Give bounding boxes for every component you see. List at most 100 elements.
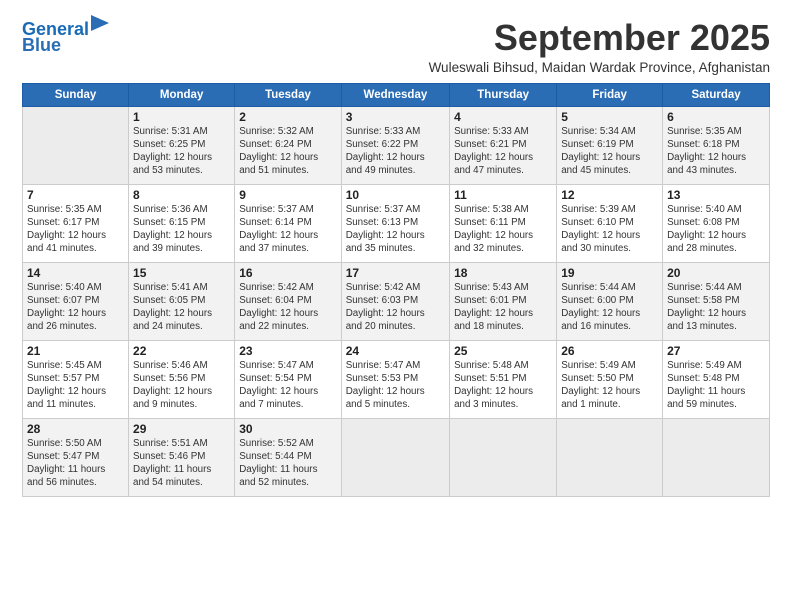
table-row: 21Sunrise: 5:45 AMSunset: 5:57 PMDayligh… <box>23 340 129 418</box>
day-number: 1 <box>133 110 230 124</box>
col-sunday: Sunday <box>23 83 129 106</box>
day-number: 11 <box>454 188 552 202</box>
col-monday: Monday <box>129 83 235 106</box>
day-info: Sunrise: 5:41 AMSunset: 6:05 PMDaylight:… <box>133 281 230 334</box>
table-row <box>23 106 129 184</box>
col-wednesday: Wednesday <box>341 83 449 106</box>
table-row: 13Sunrise: 5:40 AMSunset: 6:08 PMDayligh… <box>663 184 770 262</box>
day-number: 27 <box>667 344 765 358</box>
day-info: Sunrise: 5:46 AMSunset: 5:56 PMDaylight:… <box>133 359 230 412</box>
day-info: Sunrise: 5:51 AMSunset: 5:46 PMDaylight:… <box>133 437 230 490</box>
day-number: 7 <box>27 188 124 202</box>
table-row: 7Sunrise: 5:35 AMSunset: 6:17 PMDaylight… <box>23 184 129 262</box>
table-row: 30Sunrise: 5:52 AMSunset: 5:44 PMDayligh… <box>235 418 341 496</box>
table-row: 29Sunrise: 5:51 AMSunset: 5:46 PMDayligh… <box>129 418 235 496</box>
table-row: 22Sunrise: 5:46 AMSunset: 5:56 PMDayligh… <box>129 340 235 418</box>
day-info: Sunrise: 5:39 AMSunset: 6:10 PMDaylight:… <box>561 203 658 256</box>
day-info: Sunrise: 5:32 AMSunset: 6:24 PMDaylight:… <box>239 125 336 178</box>
day-number: 3 <box>346 110 445 124</box>
calendar-week-5: 28Sunrise: 5:50 AMSunset: 5:47 PMDayligh… <box>23 418 770 496</box>
col-friday: Friday <box>557 83 663 106</box>
table-row: 12Sunrise: 5:39 AMSunset: 6:10 PMDayligh… <box>557 184 663 262</box>
day-number: 28 <box>27 422 124 436</box>
table-row <box>450 418 557 496</box>
table-row: 11Sunrise: 5:38 AMSunset: 6:11 PMDayligh… <box>450 184 557 262</box>
day-number: 2 <box>239 110 336 124</box>
day-number: 9 <box>239 188 336 202</box>
day-info: Sunrise: 5:43 AMSunset: 6:01 PMDaylight:… <box>454 281 552 334</box>
day-info: Sunrise: 5:37 AMSunset: 6:14 PMDaylight:… <box>239 203 336 256</box>
table-row: 17Sunrise: 5:42 AMSunset: 6:03 PMDayligh… <box>341 262 449 340</box>
table-row: 19Sunrise: 5:44 AMSunset: 6:00 PMDayligh… <box>557 262 663 340</box>
day-info: Sunrise: 5:40 AMSunset: 6:07 PMDaylight:… <box>27 281 124 334</box>
month-title: September 2025 <box>429 18 770 58</box>
day-number: 20 <box>667 266 765 280</box>
day-number: 26 <box>561 344 658 358</box>
table-row: 24Sunrise: 5:47 AMSunset: 5:53 PMDayligh… <box>341 340 449 418</box>
day-number: 17 <box>346 266 445 280</box>
day-number: 25 <box>454 344 552 358</box>
table-row: 8Sunrise: 5:36 AMSunset: 6:15 PMDaylight… <box>129 184 235 262</box>
day-info: Sunrise: 5:49 AMSunset: 5:48 PMDaylight:… <box>667 359 765 412</box>
table-row: 1Sunrise: 5:31 AMSunset: 6:25 PMDaylight… <box>129 106 235 184</box>
calendar-table: Sunday Monday Tuesday Wednesday Thursday… <box>22 83 770 497</box>
logo-icon <box>91 15 109 37</box>
day-info: Sunrise: 5:45 AMSunset: 5:57 PMDaylight:… <box>27 359 124 412</box>
calendar-week-3: 14Sunrise: 5:40 AMSunset: 6:07 PMDayligh… <box>23 262 770 340</box>
day-info: Sunrise: 5:42 AMSunset: 6:03 PMDaylight:… <box>346 281 445 334</box>
calendar-week-4: 21Sunrise: 5:45 AMSunset: 5:57 PMDayligh… <box>23 340 770 418</box>
day-info: Sunrise: 5:42 AMSunset: 6:04 PMDaylight:… <box>239 281 336 334</box>
title-block: September 2025 Wuleswali Bihsud, Maidan … <box>429 18 770 75</box>
day-info: Sunrise: 5:44 AMSunset: 5:58 PMDaylight:… <box>667 281 765 334</box>
day-info: Sunrise: 5:31 AMSunset: 6:25 PMDaylight:… <box>133 125 230 178</box>
day-info: Sunrise: 5:38 AMSunset: 6:11 PMDaylight:… <box>454 203 552 256</box>
col-saturday: Saturday <box>663 83 770 106</box>
logo: General Blue <box>22 20 109 56</box>
day-number: 10 <box>346 188 445 202</box>
day-number: 15 <box>133 266 230 280</box>
day-info: Sunrise: 5:33 AMSunset: 6:22 PMDaylight:… <box>346 125 445 178</box>
day-number: 5 <box>561 110 658 124</box>
day-info: Sunrise: 5:48 AMSunset: 5:51 PMDaylight:… <box>454 359 552 412</box>
calendar-week-1: 1Sunrise: 5:31 AMSunset: 6:25 PMDaylight… <box>23 106 770 184</box>
day-info: Sunrise: 5:49 AMSunset: 5:50 PMDaylight:… <box>561 359 658 412</box>
day-info: Sunrise: 5:34 AMSunset: 6:19 PMDaylight:… <box>561 125 658 178</box>
page: General Blue September 2025 Wuleswali Bi… <box>0 0 792 509</box>
day-info: Sunrise: 5:36 AMSunset: 6:15 PMDaylight:… <box>133 203 230 256</box>
day-info: Sunrise: 5:47 AMSunset: 5:54 PMDaylight:… <box>239 359 336 412</box>
day-number: 16 <box>239 266 336 280</box>
day-number: 8 <box>133 188 230 202</box>
day-number: 30 <box>239 422 336 436</box>
day-number: 21 <box>27 344 124 358</box>
day-number: 24 <box>346 344 445 358</box>
table-row: 10Sunrise: 5:37 AMSunset: 6:13 PMDayligh… <box>341 184 449 262</box>
day-info: Sunrise: 5:50 AMSunset: 5:47 PMDaylight:… <box>27 437 124 490</box>
header: General Blue September 2025 Wuleswali Bi… <box>22 18 770 75</box>
day-info: Sunrise: 5:35 AMSunset: 6:18 PMDaylight:… <box>667 125 765 178</box>
calendar-header-row: Sunday Monday Tuesday Wednesday Thursday… <box>23 83 770 106</box>
table-row: 3Sunrise: 5:33 AMSunset: 6:22 PMDaylight… <box>341 106 449 184</box>
table-row: 23Sunrise: 5:47 AMSunset: 5:54 PMDayligh… <box>235 340 341 418</box>
col-thursday: Thursday <box>450 83 557 106</box>
day-info: Sunrise: 5:40 AMSunset: 6:08 PMDaylight:… <box>667 203 765 256</box>
day-info: Sunrise: 5:44 AMSunset: 6:00 PMDaylight:… <box>561 281 658 334</box>
location-subtitle: Wuleswali Bihsud, Maidan Wardak Province… <box>429 60 770 75</box>
table-row: 25Sunrise: 5:48 AMSunset: 5:51 PMDayligh… <box>450 340 557 418</box>
table-row: 18Sunrise: 5:43 AMSunset: 6:01 PMDayligh… <box>450 262 557 340</box>
table-row <box>663 418 770 496</box>
day-info: Sunrise: 5:52 AMSunset: 5:44 PMDaylight:… <box>239 437 336 490</box>
table-row: 4Sunrise: 5:33 AMSunset: 6:21 PMDaylight… <box>450 106 557 184</box>
day-info: Sunrise: 5:47 AMSunset: 5:53 PMDaylight:… <box>346 359 445 412</box>
day-number: 19 <box>561 266 658 280</box>
table-row: 2Sunrise: 5:32 AMSunset: 6:24 PMDaylight… <box>235 106 341 184</box>
day-info: Sunrise: 5:37 AMSunset: 6:13 PMDaylight:… <box>346 203 445 256</box>
table-row: 16Sunrise: 5:42 AMSunset: 6:04 PMDayligh… <box>235 262 341 340</box>
table-row: 14Sunrise: 5:40 AMSunset: 6:07 PMDayligh… <box>23 262 129 340</box>
day-number: 18 <box>454 266 552 280</box>
day-number: 4 <box>454 110 552 124</box>
table-row: 20Sunrise: 5:44 AMSunset: 5:58 PMDayligh… <box>663 262 770 340</box>
day-info: Sunrise: 5:33 AMSunset: 6:21 PMDaylight:… <box>454 125 552 178</box>
table-row: 5Sunrise: 5:34 AMSunset: 6:19 PMDaylight… <box>557 106 663 184</box>
table-row: 28Sunrise: 5:50 AMSunset: 5:47 PMDayligh… <box>23 418 129 496</box>
table-row: 9Sunrise: 5:37 AMSunset: 6:14 PMDaylight… <box>235 184 341 262</box>
